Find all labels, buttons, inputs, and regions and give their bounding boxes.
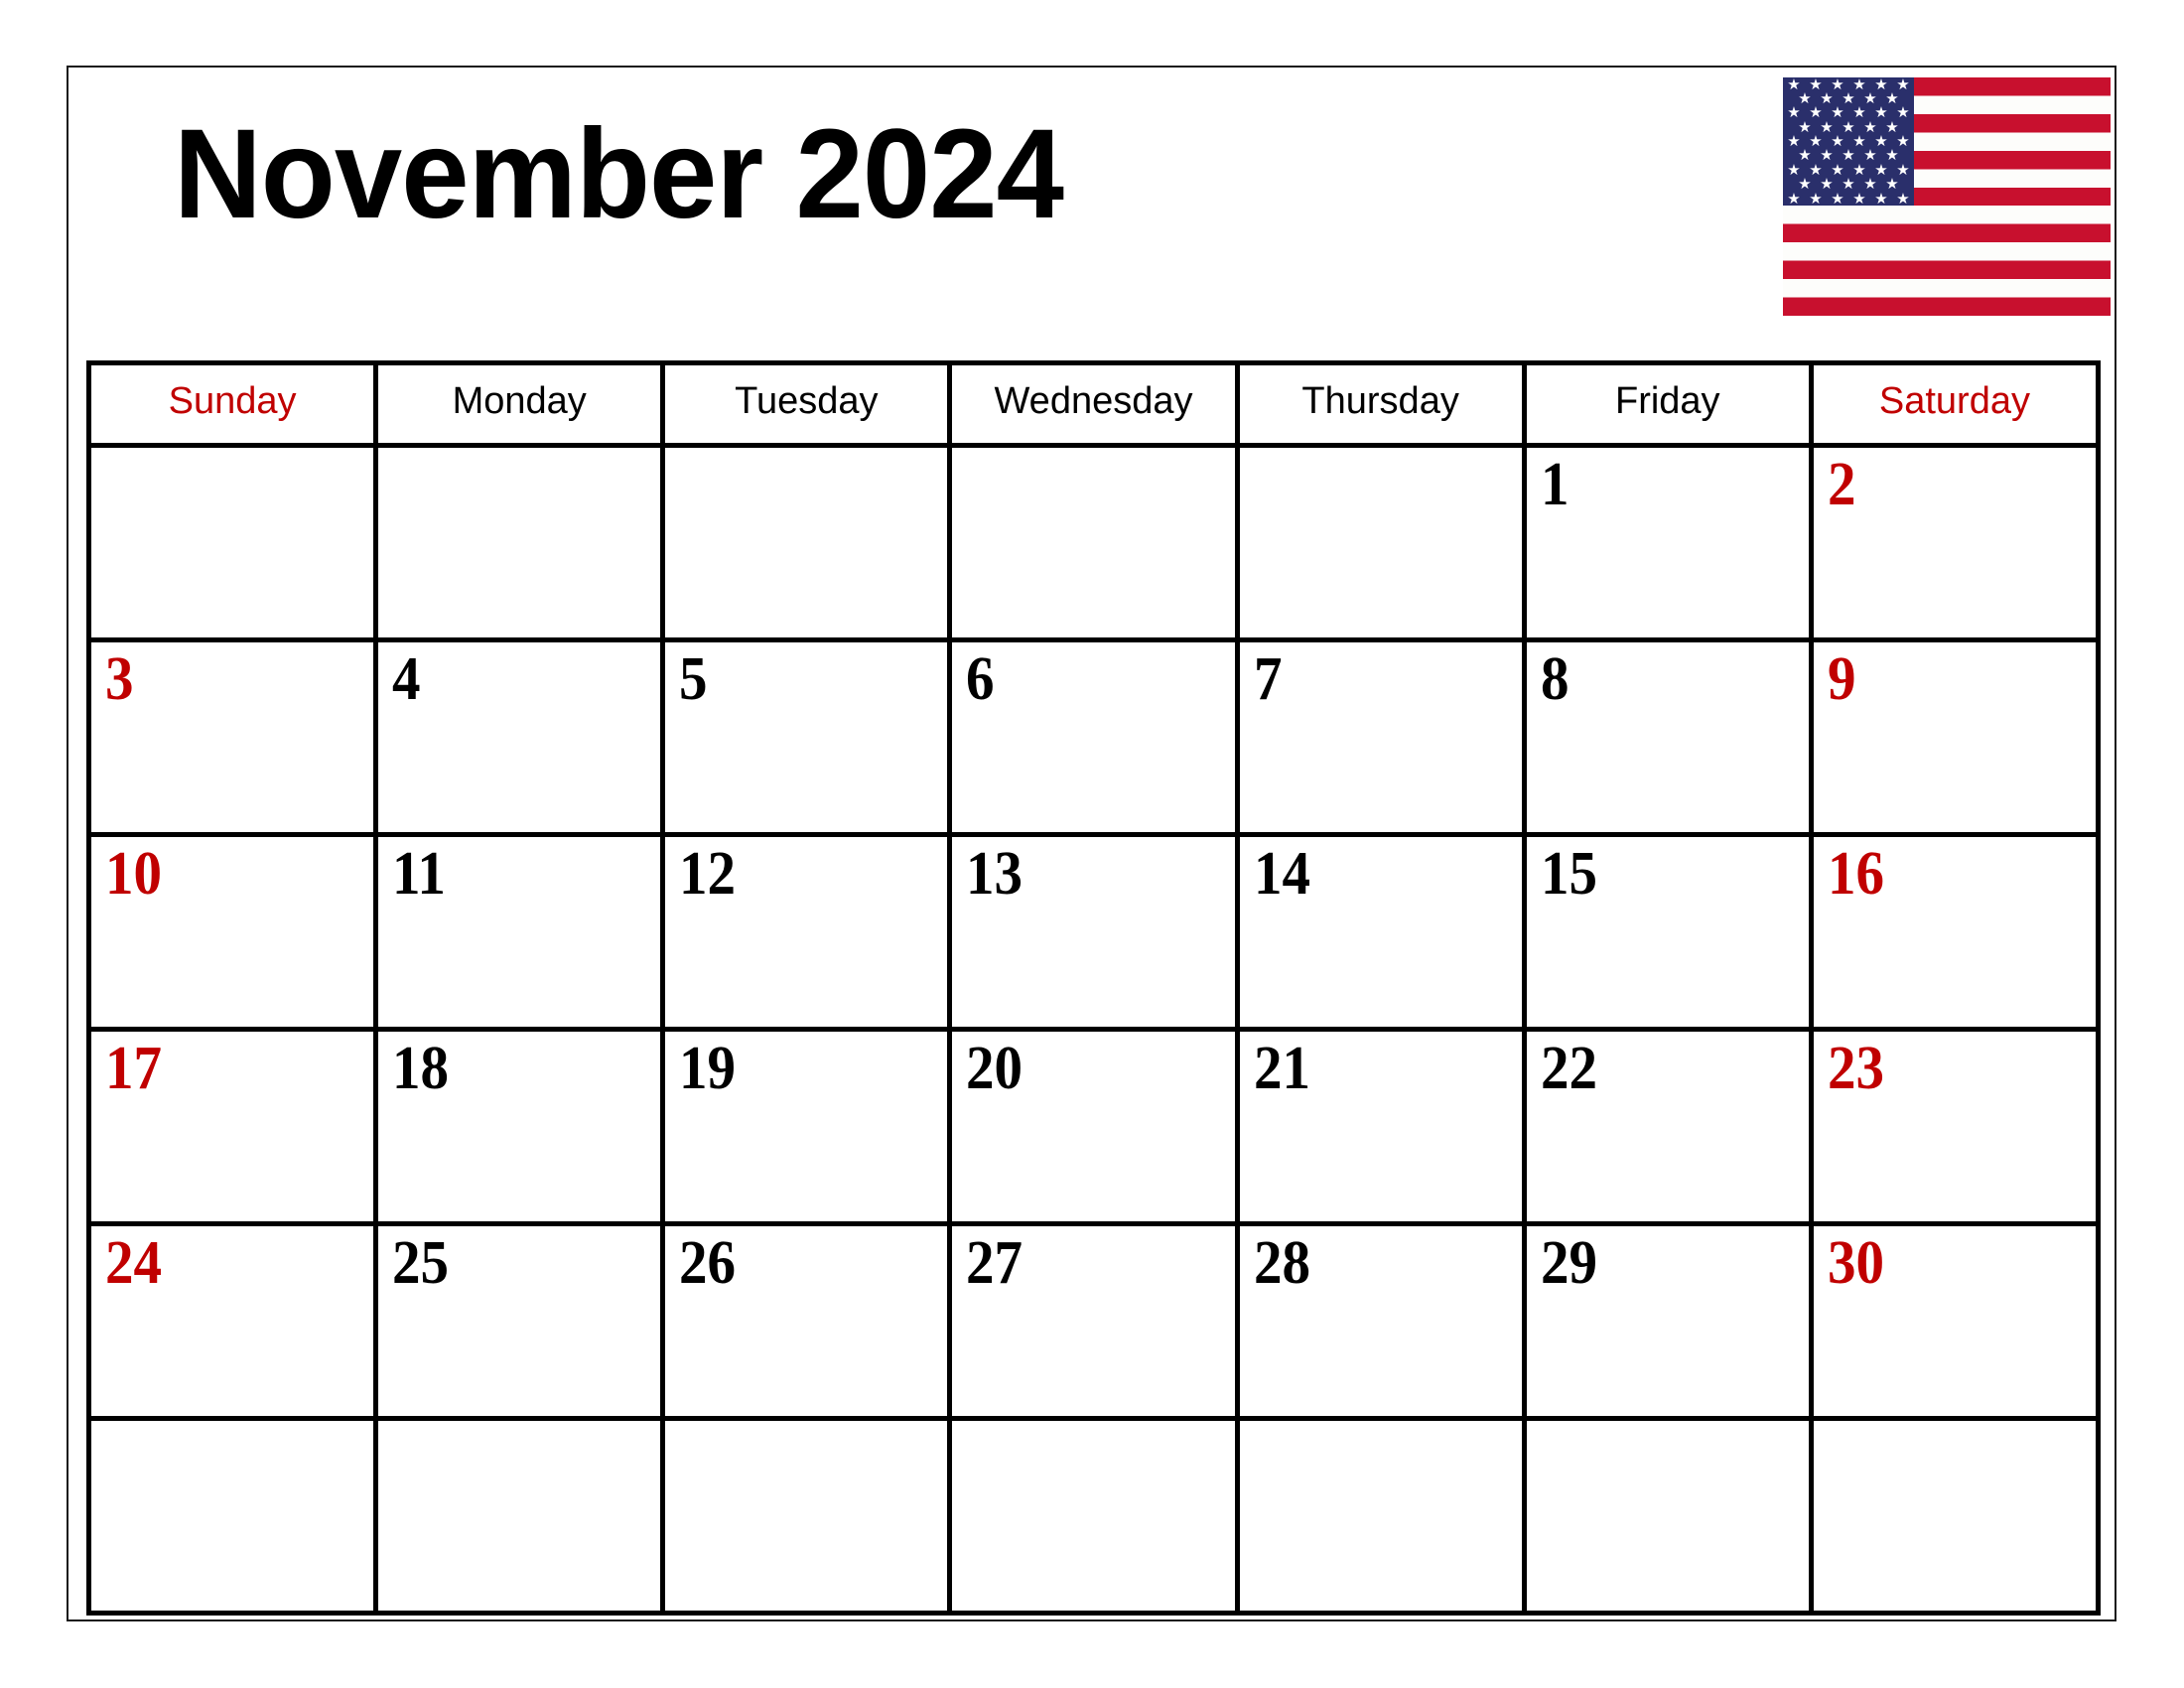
day-number: 5	[679, 645, 708, 713]
day-number: 1	[1540, 451, 1570, 518]
day-number: 28	[1253, 1229, 1310, 1297]
calendar-day-cell[interactable]: 21	[1234, 1027, 1527, 1226]
calendar-day-cell[interactable]: 24	[85, 1221, 379, 1421]
weekday-header-wednesday: Wednesday	[947, 360, 1240, 448]
weekday-header-thursday: Thursday	[1234, 360, 1527, 448]
calendar-day-cell[interactable]: 20	[947, 1027, 1240, 1226]
calendar-day-cell[interactable]: 19	[660, 1027, 953, 1226]
calendar-table: Sunday Monday Tuesday Wednesday Thursday Frid…	[85, 360, 2102, 1616]
day-number: 13	[966, 840, 1024, 908]
day-number: 22	[1540, 1035, 1597, 1102]
calendar-day-cell[interactable]: 2	[1808, 443, 2102, 642]
calendar-day-cell[interactable]: 26	[660, 1221, 953, 1421]
calendar-day-cell-empty[interactable]	[947, 1416, 1240, 1616]
calendar-day-cell[interactable]: 15	[1521, 832, 1814, 1032]
flag-star-icon: ★	[1896, 189, 1910, 208]
day-number: 25	[392, 1229, 450, 1297]
calendar-day-cell[interactable]: 29	[1521, 1221, 1814, 1421]
weekday-header-friday: Friday	[1521, 360, 1814, 448]
calendar-day-cell[interactable]: 27	[947, 1221, 1240, 1421]
calendar-day-cell[interactable]: 30	[1808, 1221, 2102, 1421]
day-number: 15	[1540, 840, 1597, 908]
day-number: 23	[1827, 1035, 1884, 1102]
calendar-day-cell[interactable]: 14	[1234, 832, 1527, 1032]
day-number: 24	[105, 1229, 163, 1297]
calendar-day-cell[interactable]: 12	[660, 832, 953, 1032]
day-number: 29	[1540, 1229, 1597, 1297]
calendar-day-cell[interactable]: 28	[1234, 1221, 1527, 1421]
calendar-day-cell-empty[interactable]	[1234, 443, 1527, 642]
calendar-day-cell-empty[interactable]	[660, 1416, 953, 1616]
day-number: 8	[1540, 645, 1570, 713]
day-number: 30	[1827, 1229, 1884, 1297]
weekday-header-row: Sunday Monday Tuesday Wednesday Thursday Frid…	[85, 360, 2102, 448]
flag-star-icon: ★	[1831, 189, 1844, 208]
calendar-day-cell-empty[interactable]	[373, 1416, 666, 1616]
weekday-header-tuesday: Tuesday	[660, 360, 953, 448]
day-number: 6	[966, 645, 995, 713]
calendar-day-cell-empty[interactable]	[85, 443, 379, 642]
day-number: 20	[966, 1035, 1024, 1102]
day-number: 16	[1827, 840, 1884, 908]
day-number: 26	[679, 1229, 737, 1297]
calendar-day-cell[interactable]: 8	[1521, 637, 1814, 837]
calendar-day-cell[interactable]: 7	[1234, 637, 1527, 837]
calendar-day-cell-empty[interactable]	[373, 443, 666, 642]
calendar-day-cell-empty[interactable]	[947, 443, 1240, 642]
flag-canton: ★ ★ ★ ★ ★ ★ ★ ★ ★ ★ ★ ★ ★ ★ ★ ★ ★ ★ ★ ★ ★ ★ ★ ★ ★ ★ ★ ★ ★ ★ ★ ★ ★ ★ ★ ★ ★ ★ ★ ★…	[1783, 77, 1914, 208]
calendar-day-cell[interactable]: 4	[373, 637, 666, 837]
weekday-header-monday: Monday	[373, 360, 666, 448]
day-number: 3	[105, 645, 134, 713]
day-number: 7	[1253, 645, 1283, 713]
calendar-day-cell[interactable]: 22	[1521, 1027, 1814, 1226]
united-states-flag-icon: ★ ★ ★ ★ ★ ★ ★ ★ ★ ★ ★ ★ ★ ★ ★ ★ ★ ★ ★ ★ ★ ★ ★ ★ ★ ★ ★ ★ ★ ★ ★ ★ ★ ★ ★ ★ ★ ★ ★ ★…	[1783, 77, 2111, 316]
calendar-week-row: 17 18 19 20 21 22 23	[85, 1027, 2102, 1226]
calendar-day-cell[interactable]: 10	[85, 832, 379, 1032]
calendar-week-row: 12	[85, 443, 2102, 642]
calendar-day-cell[interactable]: 25	[373, 1221, 666, 1421]
flag-star-icon: ★	[1852, 189, 1866, 208]
day-number: 9	[1827, 645, 1856, 713]
page-title: November 2024	[174, 103, 1064, 245]
day-number: 2	[1827, 451, 1856, 518]
day-number: 27	[966, 1229, 1024, 1297]
day-number: 11	[392, 840, 447, 908]
calendar-day-cell-empty[interactable]	[1808, 1416, 2102, 1616]
calendar-day-cell[interactable]: 17	[85, 1027, 379, 1226]
calendar-day-cell[interactable]: 16	[1808, 832, 2102, 1032]
calendar-week-row: 3 4 5 6 7 8 9	[85, 637, 2102, 837]
calendar-day-cell-empty[interactable]	[660, 443, 953, 642]
day-number: 21	[1253, 1035, 1310, 1102]
day-number: 12	[679, 840, 737, 908]
calendar-day-cell[interactable]: 6	[947, 637, 1240, 837]
calendar-day-cell-empty[interactable]	[85, 1416, 379, 1616]
day-number: 19	[679, 1035, 737, 1102]
calendar-page: November 2024 ★ ★ ★ ★ ★ ★ ★ ★ ★ ★ ★ ★ ★ ★ ★ ★ ★ ★ ★ ★ ★ ★ ★ ★ ★ ★…	[67, 66, 2116, 1621]
calendar-day-cell-empty[interactable]	[1521, 1416, 1814, 1616]
weekday-header-sunday: Sunday	[85, 360, 379, 448]
calendar-day-cell[interactable]: 3	[85, 637, 379, 837]
calendar-day-cell[interactable]: 11	[373, 832, 666, 1032]
calendar-day-cell-empty[interactable]	[1234, 1416, 1527, 1616]
day-number: 10	[105, 840, 163, 908]
calendar-day-cell[interactable]: 23	[1808, 1027, 2102, 1226]
day-number: 14	[1253, 840, 1310, 908]
calendar-day-cell[interactable]: 18	[373, 1027, 666, 1226]
calendar-day-cell[interactable]: 9	[1808, 637, 2102, 837]
calendar-header: November 2024 ★ ★ ★ ★ ★ ★ ★ ★ ★ ★ ★ ★ ★ ★ ★ ★ ★ ★ ★ ★ ★ ★ ★ ★ ★ ★…	[68, 68, 2115, 360]
day-number: 18	[392, 1035, 450, 1102]
calendar-week-row	[85, 1416, 2102, 1616]
weekday-header-saturday: Saturday	[1808, 360, 2102, 448]
day-number: 4	[392, 645, 421, 713]
calendar-week-row: 10 11 12 13 14 15 16	[85, 832, 2102, 1032]
calendar-day-cell[interactable]: 1	[1521, 443, 1814, 642]
flag-star-icon: ★	[1809, 189, 1823, 208]
flag-star-icon: ★	[1787, 189, 1801, 208]
calendar-day-cell[interactable]: 5	[660, 637, 953, 837]
flag-star-icon: ★	[1874, 189, 1888, 208]
calendar-grid-wrapper: Sunday Monday Tuesday Wednesday Thursday Frid…	[85, 360, 2102, 1616]
calendar-week-row: 24 25 26 27 28 29 30	[85, 1221, 2102, 1421]
calendar-day-cell[interactable]: 13	[947, 832, 1240, 1032]
day-number: 17	[105, 1035, 163, 1102]
